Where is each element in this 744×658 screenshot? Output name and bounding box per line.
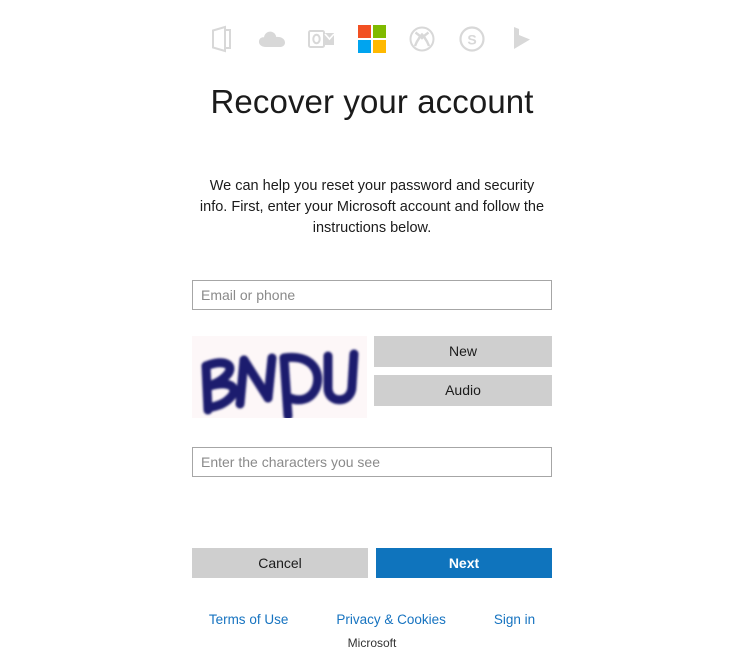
recover-account-page: S Recover your account We can help you r…: [0, 0, 744, 658]
captcha-new-button[interactable]: New: [374, 335, 552, 367]
footer-link-sign-in[interactable]: Sign in: [494, 612, 535, 627]
skype-icon: S: [457, 24, 487, 54]
page-description: We can help you reset your password and …: [199, 178, 545, 237]
captcha-answer-wrap: [192, 446, 552, 477]
office-icon: [207, 24, 237, 54]
outlook-icon: [307, 24, 337, 54]
captcha-answer-input[interactable]: [192, 446, 552, 477]
captcha-audio-button[interactable]: Audio: [374, 374, 552, 406]
onedrive-icon: [257, 24, 287, 54]
cancel-button[interactable]: Cancel: [192, 547, 368, 578]
footer-link-privacy-and-cookies[interactable]: Privacy & Cookies: [336, 612, 446, 627]
svg-text:S: S: [467, 32, 476, 48]
captcha-image: [192, 335, 367, 418]
email-or-phone-input[interactable]: [192, 279, 552, 310]
captcha-section: New Audio: [192, 335, 552, 418]
footer-links: Terms of Use Privacy & Cookies Sign in: [0, 612, 744, 627]
footer-link-terms-of-use[interactable]: Terms of Use: [209, 612, 289, 627]
footer-brand: Microsoft: [347, 636, 397, 650]
next-button[interactable]: Next: [376, 547, 552, 578]
page-footer: Terms of Use Privacy & Cookies Sign in M…: [0, 612, 744, 650]
recovery-form: New Audio Cancel Next: [192, 279, 552, 578]
captcha-controls: New Audio: [374, 335, 552, 406]
product-icon-strip: S: [207, 16, 537, 62]
xbox-icon: [407, 24, 437, 54]
action-buttons: Cancel Next: [192, 547, 552, 578]
microsoft-logo-icon: [357, 24, 387, 54]
bing-icon: [507, 24, 537, 54]
page-title: Recover your account: [210, 83, 534, 120]
